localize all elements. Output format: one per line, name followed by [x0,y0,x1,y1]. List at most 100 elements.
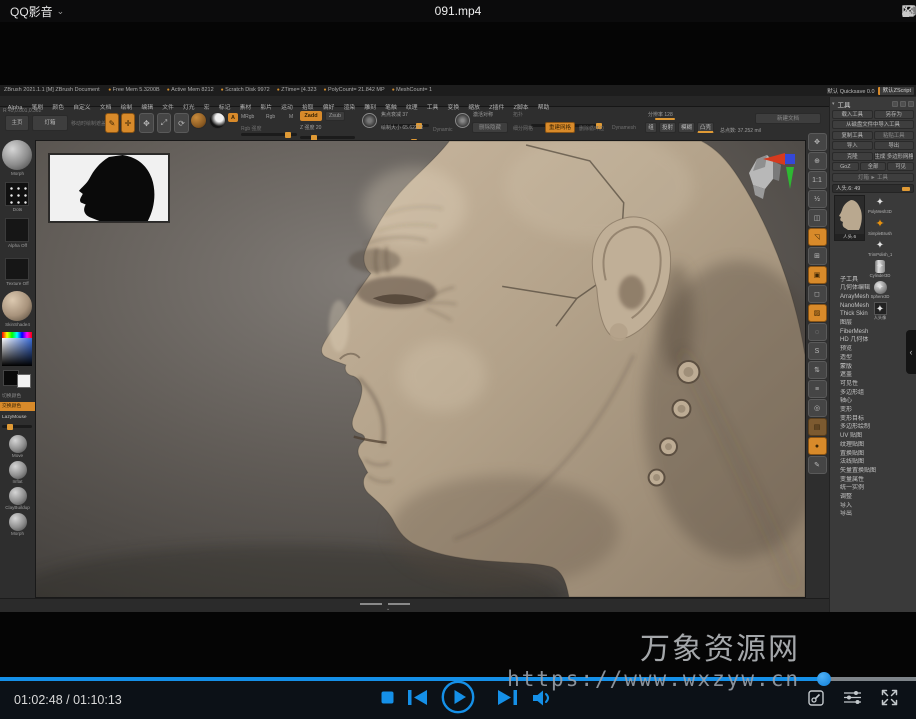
menu-item[interactable]: 雕刻 [360,103,381,113]
shelf-icon[interactable]: ◻ [808,285,827,303]
menu-item[interactable]: 运动 [277,103,298,113]
palette-section[interactable]: 纹理贴图 [840,441,914,450]
delete-hidden-button[interactable]: 删除隐藏 [472,122,508,133]
collapse-caret-icon[interactable]: ▾ [832,101,835,107]
focal-shift-icon[interactable] [362,113,377,128]
goz-button[interactable]: GoZ [832,162,859,171]
menu-item[interactable]: 绘制 [116,103,137,113]
shelf-icon[interactable]: S [808,342,827,360]
lazymouse-label[interactable]: LazyMouse [0,413,35,422]
menu-item[interactable]: 工具 [422,103,443,113]
tool-quick-pick[interactable]: ✦ TrimPolish_1 [868,239,892,257]
move-mode-button[interactable]: ✥ [139,113,154,133]
sculpt-canvas[interactable] [35,140,806,598]
remesh-button[interactable]: 重建网格 [545,122,575,133]
palette-section[interactable]: 预览 [840,345,914,354]
new-document-button[interactable]: 新建文档 [755,113,821,124]
shelf-icon[interactable]: ⇅ [808,361,827,379]
lazymouse-slider[interactable] [2,425,32,428]
menu-item[interactable]: 帮助 [533,103,554,113]
palette-section[interactable]: 遮盖 [840,371,914,380]
shelf-icon[interactable]: ▣ [808,266,827,284]
palette-section[interactable]: UV 贴图 [840,432,914,441]
menu-item[interactable]: 影片 [256,103,277,113]
silhouette-reference-thumbnail[interactable] [49,154,169,222]
saturation-square[interactable] [2,338,32,366]
texture-thumb[interactable] [5,258,29,280]
next-button[interactable] [498,690,517,705]
shelf-icon[interactable]: ✥ [808,133,827,151]
import-from-disk-button[interactable]: 从磁盘文件中导入工具 [832,120,914,129]
blur-button[interactable]: 模糊 [678,122,695,133]
copy-tool-button[interactable]: 复制工具 [832,131,873,140]
color-picker[interactable] [2,332,32,366]
palette-section[interactable]: 导出 [840,510,914,519]
lightbox-button[interactable]: 灯箱 [32,115,68,131]
lightbox-tool-button[interactable]: 灯箱 ► 工具 [832,173,914,182]
palette-section[interactable]: 造型 [840,354,914,363]
group-button[interactable]: 组 [645,122,657,133]
dynamic-label[interactable]: Dynamic [433,127,452,133]
a-toggle[interactable]: A [228,113,238,122]
brush-thumb[interactable] [2,140,32,170]
polish-button[interactable]: 凸壳 [697,122,714,133]
material-thumb[interactable] [209,112,226,129]
palette-section[interactable]: FiberMesh [840,328,914,337]
shelf-icon[interactable]: ◫ [808,209,827,227]
palette-mini-icon[interactable] [892,101,898,107]
tool-quick-pick[interactable]: ✦ SimpleBrush [868,218,892,236]
menu-item[interactable]: 文件 [158,103,179,113]
menu-item[interactable]: 自定义 [69,103,96,113]
shelf-icon[interactable]: ▤ [808,418,827,436]
palette-section[interactable]: 蒙版 [840,363,914,372]
rotate-mode-button[interactable]: ⟳ [174,113,189,133]
progress-knob[interactable] [817,672,831,686]
shelf-icon[interactable]: ◹ [808,228,827,246]
menu-item[interactable]: 文档 [95,103,116,113]
palette-section[interactable]: 导入 [840,502,914,511]
shelf-icon[interactable]: ⊞ [808,247,827,265]
palette-section[interactable]: 统一实例 [840,484,914,493]
delete-loops-label[interactable]: 删除循环边 [579,125,604,132]
tool-quick-pick[interactable]: ✦ PolyMesh3D星形 [868,196,892,215]
quick-brush[interactable]: Morph [0,513,35,536]
video-area[interactable]: ZBrush 2021.1.1 [M] ZBrush Document Free… [0,22,916,677]
volume-button[interactable] [533,690,553,706]
palette-mini-icon[interactable] [900,101,906,107]
make-polymesh-button[interactable]: 生成 多边形网格体 [874,152,915,161]
draw-mode-button[interactable]: ✛ [121,113,135,133]
shelf-icon[interactable]: ● [808,437,827,455]
load-tool-button[interactable]: 载入工具 [832,110,873,119]
tray-handle[interactable]: ⌄ [360,603,420,612]
app-menu-button[interactable]: QQ影音 ⌄ [0,3,64,20]
palette-section[interactable]: 变形目标 [840,415,914,424]
current-brush-thumb[interactable] [190,112,207,129]
panel-collapse-arrow[interactable]: ‹ [906,330,916,374]
tool-quick-pick[interactable]: ✦ Cylinder3D [868,260,892,278]
palette-section[interactable]: 变形 [840,406,914,415]
swap-color-row[interactable]: 交换颜色 [0,402,35,411]
play-button[interactable] [441,680,475,714]
subdivide-label[interactable]: 细分网格 [513,125,533,132]
menu-item[interactable]: 宏 [199,103,214,113]
tool-quick-pick[interactable]: ✦ 人头像 [868,302,892,321]
axis-gizmo[interactable] [741,145,799,207]
home-button[interactable]: 主页 [5,115,29,131]
export-button[interactable]: 导出 [874,141,915,150]
zscript-chip[interactable]: 默认ZScript [878,87,914,95]
symmetry-icon[interactable] [455,113,470,128]
secondary-color-swatch[interactable] [17,374,31,388]
mrgb-toggle[interactable]: MRgb [241,114,254,120]
shelf-icon[interactable]: ≡ [808,380,827,398]
menu-item[interactable]: 颜色 [48,103,69,113]
tool-quick-pick[interactable]: ✦ Sphere3D [868,281,892,299]
alpha-thumb[interactable] [5,218,29,242]
active-tool-thumbnail[interactable]: 人头.6 [834,195,865,241]
fullscreen-button[interactable] [881,689,898,706]
settings-button[interactable] [844,690,861,705]
palette-section[interactable]: 多边形绘制 [840,423,914,432]
close-button[interactable] [902,5,914,17]
menu-item[interactable]: 变换 [443,103,464,113]
palette-section[interactable]: 法线贴图 [840,458,914,467]
previous-button[interactable] [408,690,427,705]
